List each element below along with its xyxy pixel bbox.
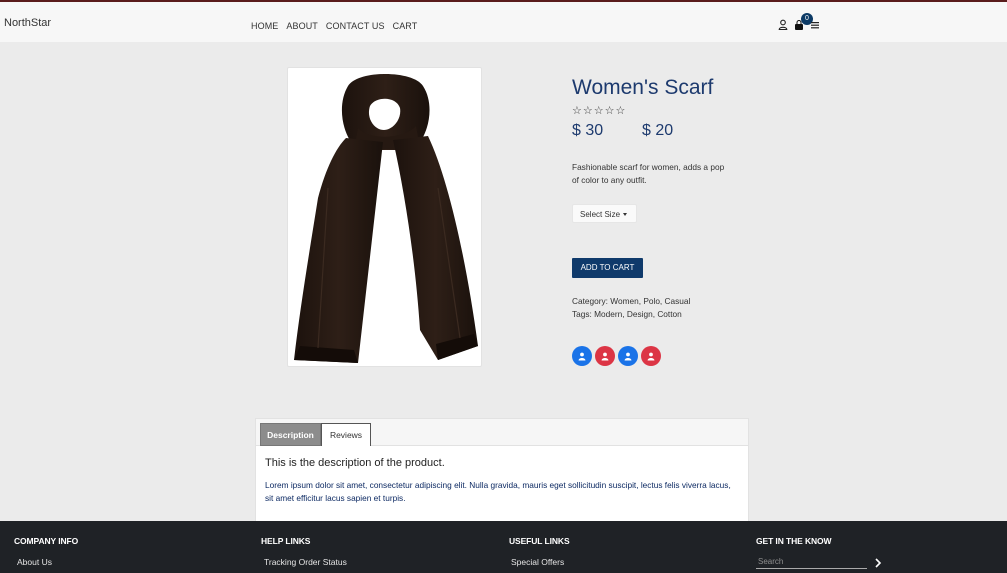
product-title: Women's Scarf [572, 76, 714, 99]
rating-stars[interactable]: ☆☆☆☆☆ [572, 104, 626, 117]
footer-useful-links-title: USEFUL LINKS [509, 536, 570, 546]
size-select[interactable]: Select Size [572, 204, 637, 223]
footer-company-info-title: COMPANY INFO [14, 536, 79, 546]
tab-reviews[interactable]: Reviews [321, 423, 371, 446]
footer-link-about-us[interactable]: About Us [17, 557, 52, 567]
menu-icon[interactable] [810, 18, 820, 36]
tab-description[interactable]: Description [260, 423, 321, 446]
footer-newsletter-title: GET IN THE KNOW [756, 536, 832, 546]
product-tags: Tags: Modern, Design, Cotton [572, 309, 682, 319]
size-select-label: Select Size [580, 210, 621, 219]
brand-logo[interactable]: NorthStar [4, 17, 51, 29]
user-icon[interactable] [778, 18, 788, 36]
tab-content-body: Lorem ipsum dolor sit amet, consectetur … [265, 480, 731, 503]
scarf-illustration [294, 74, 478, 363]
top-navbar: NorthStar HOME ABOUT CONTACT US CART 0 [0, 2, 1007, 42]
product-tabs-panel: Description Reviews This is the descript… [255, 418, 749, 522]
product-description: Fashionable scarf for women, adds a pop … [572, 162, 725, 185]
user-icon[interactable] [618, 346, 638, 366]
nav-icons: 0 [778, 13, 824, 36]
nav-links: HOME ABOUT CONTACT US CART [251, 21, 425, 31]
user-icon[interactable] [641, 346, 661, 366]
nav-link-home[interactable]: HOME [251, 21, 278, 31]
tabs-bar: Description Reviews [256, 419, 748, 446]
site-footer: COMPANY INFO About Us HELP LINKS Trackin… [0, 521, 1007, 573]
footer-link-special-offers[interactable]: Special Offers [511, 557, 564, 567]
sale-price: $ 20 [642, 122, 674, 139]
nav-link-contact[interactable]: CONTACT US [326, 21, 385, 31]
footer-link-tracking-order[interactable]: Tracking Order Status [264, 557, 347, 567]
nav-link-cart[interactable]: CART [393, 21, 418, 31]
chevron-right-icon[interactable] [873, 556, 883, 568]
share-buttons [572, 346, 664, 366]
product-image[interactable] [287, 67, 482, 367]
tab-content-heading: This is the description of the product. [265, 457, 445, 469]
user-icon[interactable] [595, 346, 615, 366]
nav-link-about[interactable]: ABOUT [286, 21, 318, 31]
user-icon[interactable] [572, 346, 592, 366]
footer-search-input[interactable] [756, 554, 867, 569]
product-category: Category: Women, Polo, Casual [572, 296, 691, 306]
caret-down-icon [623, 213, 628, 216]
add-to-cart-button[interactable]: ADD TO CART [572, 258, 643, 278]
original-price: $ 30 [572, 122, 604, 139]
footer-help-links-title: HELP LINKS [261, 536, 311, 546]
